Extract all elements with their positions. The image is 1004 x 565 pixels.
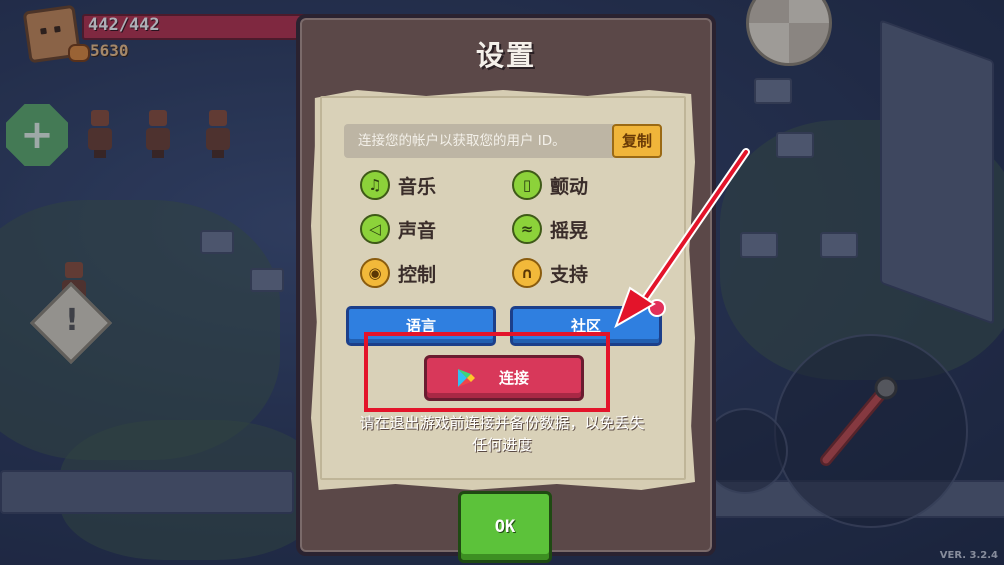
option-label: 摇晃: [550, 219, 589, 242]
option-shake[interactable]: ≈ 摇晃: [512, 212, 588, 246]
option-label: 支持: [550, 263, 589, 286]
option-label: 控制: [398, 263, 437, 286]
speaker-icon: ◁: [360, 214, 390, 244]
hint-line: 请在退出游戏前连接并备份数据，以免丢失: [359, 414, 645, 432]
user-id-field: 连接您的帐户以获取您的用户 ID。: [344, 124, 616, 158]
option-label: 音乐: [398, 175, 437, 198]
option-music[interactable]: ♫ 音乐: [360, 168, 436, 202]
option-label: 颤动: [550, 175, 589, 198]
vibration-icon: ▯: [512, 170, 542, 200]
dialog-title: 设置: [475, 39, 536, 72]
gamepad-icon: ◉: [360, 258, 390, 288]
headset-icon: ∩: [512, 258, 542, 288]
option-vibration[interactable]: ▯ 颤动: [512, 168, 588, 202]
shake-icon: ≈: [512, 214, 542, 244]
highlight-box: [364, 332, 610, 412]
option-label: 声音: [398, 219, 437, 242]
copy-button[interactable]: 复制: [612, 124, 662, 158]
option-controls[interactable]: ◉ 控制: [360, 256, 436, 290]
music-note-icon: ♫: [360, 170, 390, 200]
option-sound[interactable]: ◁ 声音: [360, 212, 436, 246]
backup-hint: 请在退出游戏前连接并备份数据，以免丢失 任何进度: [326, 412, 678, 456]
ok-button[interactable]: OK: [458, 491, 552, 563]
hint-line: 任何进度: [471, 436, 532, 454]
notification-dot: [648, 299, 666, 317]
option-support[interactable]: ∩ 支持: [512, 256, 588, 290]
